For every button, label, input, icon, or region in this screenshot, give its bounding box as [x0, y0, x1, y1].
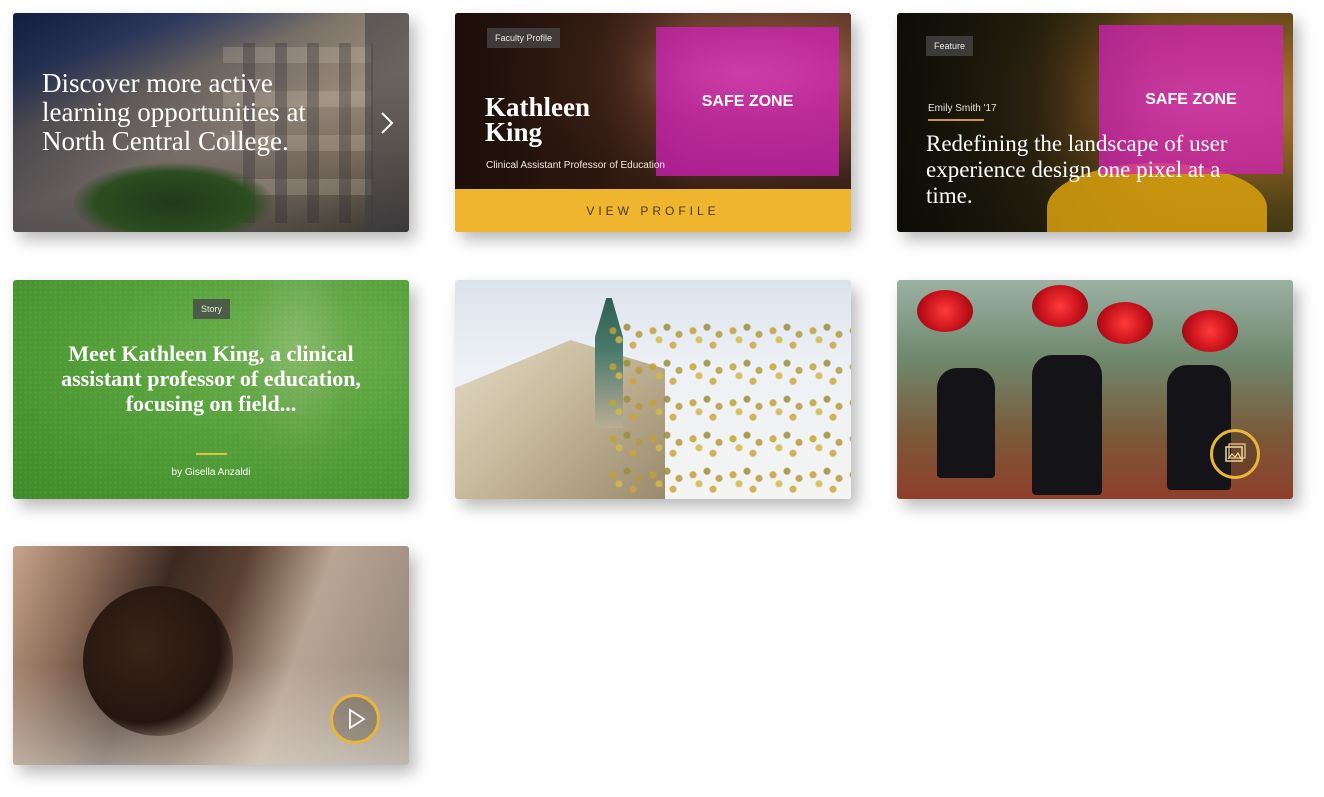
play-icon — [349, 708, 366, 730]
story-headline: Meet Kathleen King, a clinical assistant… — [61, 341, 361, 416]
gallery-card[interactable] — [897, 280, 1293, 499]
gallery-button[interactable] — [1210, 429, 1260, 479]
photo-card[interactable] — [455, 280, 851, 499]
pom-pom — [1097, 302, 1153, 344]
story-author: by Gisella Anzaldi — [171, 467, 251, 478]
faculty-last-name: King — [485, 117, 543, 147]
faculty-profile-card[interactable]: Faculty Profile SAFE ZONE Kathleen King … — [455, 13, 851, 232]
cheerleader-figure — [1032, 355, 1102, 495]
feature-byline: Emily Smith '17 — [928, 103, 997, 114]
video-card[interactable] — [13, 546, 409, 765]
story-divider — [196, 453, 227, 455]
safe-zone-label: SAFE ZONE — [1145, 90, 1237, 108]
gallery-icon — [1225, 443, 1246, 462]
faculty-name: Kathleen King — [485, 94, 590, 147]
tree-branches-image — [605, 320, 851, 499]
cheerleader-figure — [937, 368, 995, 478]
story-card[interactable]: Story Meet Kathleen King, a clinical ass… — [13, 280, 409, 499]
pom-pom — [1032, 285, 1088, 327]
safe-zone-overlay: SAFE ZONE — [656, 27, 839, 176]
pom-pom — [1182, 310, 1238, 352]
play-button[interactable] — [330, 694, 380, 744]
view-profile-button[interactable]: VIEW PROFILE — [455, 189, 851, 232]
promo-title: Discover more active learning opportunit… — [42, 68, 306, 156]
tag-label: Feature — [926, 36, 974, 56]
feature-headline: Redefining the landscape of user experie… — [926, 131, 1228, 208]
student-photo — [83, 586, 233, 736]
tag-label: Faculty Profile — [487, 28, 561, 48]
pom-pom — [917, 290, 973, 332]
promo-card[interactable]: Discover more active learning opportunit… — [13, 13, 409, 232]
chevron-right-icon — [381, 111, 394, 134]
byline-divider — [928, 119, 984, 121]
faculty-role: Clinical Assistant Professor of Educatio… — [486, 160, 665, 171]
tag-label: Story — [193, 299, 231, 319]
safe-zone-label: SAFE ZONE — [701, 92, 794, 110]
feature-card[interactable]: Feature SAFE ZONE Emily Smith '17 Redefi… — [897, 13, 1293, 232]
next-button[interactable] — [365, 13, 409, 232]
